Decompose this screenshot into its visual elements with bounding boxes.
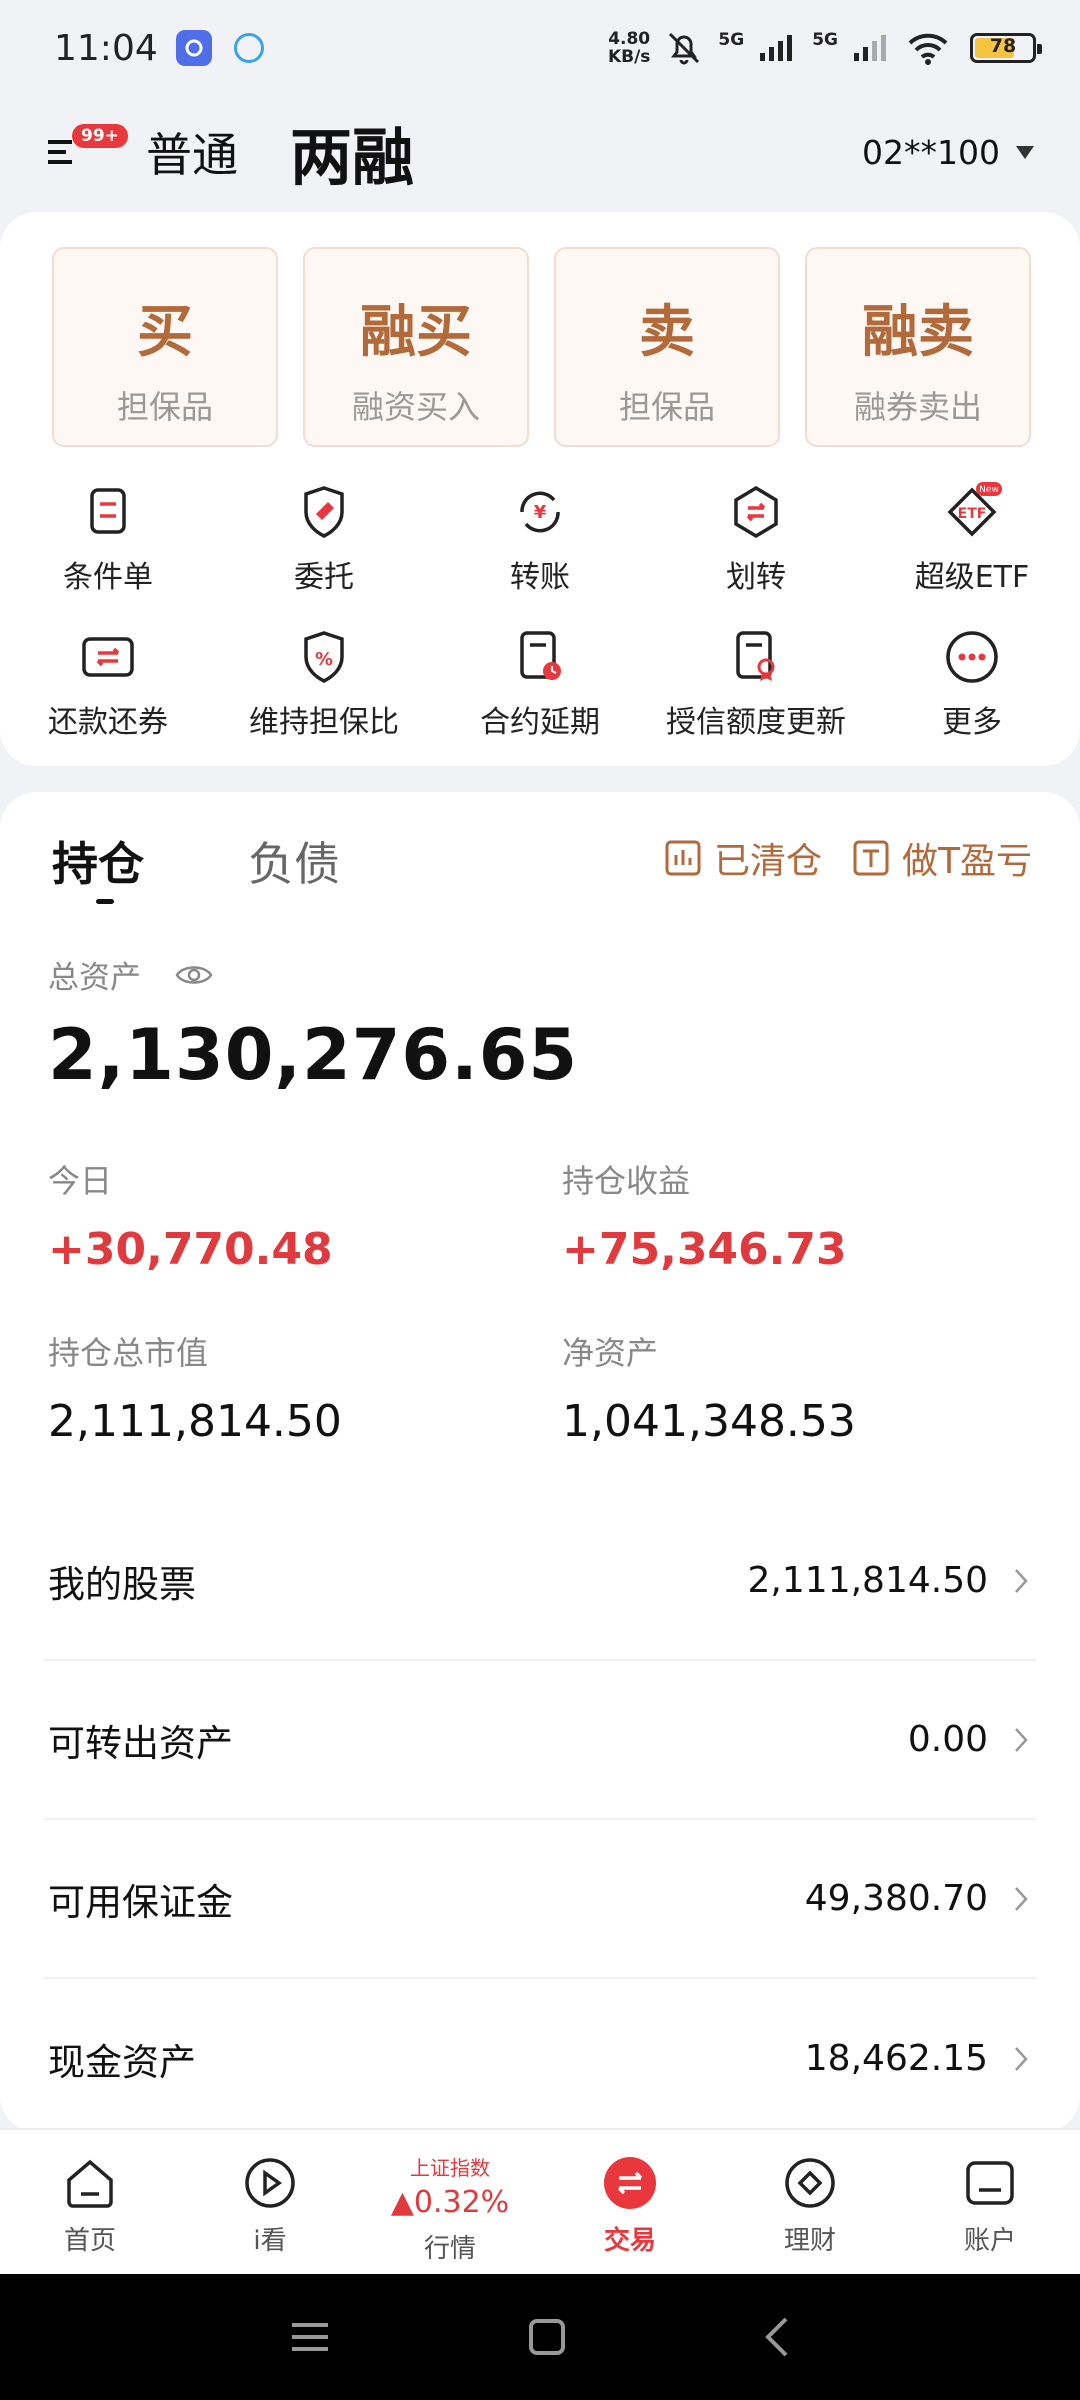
repay-icon (82, 637, 134, 677)
total-assets-label: 总资产 (48, 952, 213, 997)
index-change: ▲0.32% (390, 2185, 510, 2220)
bottom-nav: 首页 i看 上证指数 ▲0.32% 行情 交易 理财 账户 (0, 2128, 1080, 2274)
entrust-icon (304, 486, 344, 538)
recent-apps-icon[interactable] (288, 2317, 332, 2357)
credit-limit-icon (736, 631, 775, 681)
sell-collateral-button[interactable]: 卖 担保品 (554, 247, 780, 447)
nav-home[interactable]: 首页 (0, 2130, 180, 2274)
margin-buy-button[interactable]: 融买 融资买入 (303, 247, 529, 447)
wealth-icon (785, 2158, 835, 2208)
cleared-positions-button[interactable]: 已清仓 (664, 832, 822, 884)
wifi-icon (908, 33, 948, 65)
index-name: 上证指数 (410, 2156, 490, 2180)
play-icon (245, 2158, 295, 2208)
more-button[interactable]: 更多 (864, 627, 1080, 741)
nav-trade[interactable]: 交易 (540, 2130, 720, 2274)
svg-text:%: % (315, 649, 333, 670)
trade-buttons: 买 担保品 融买 融资买入 卖 担保品 融卖 融券卖出 (52, 247, 1031, 447)
etf-icon: ETF New (947, 482, 1002, 537)
buy-collateral-button[interactable]: 买 担保品 (52, 247, 278, 447)
total-assets-value: 2,130,276.65 (48, 1014, 579, 1096)
function-grid-row-1: 条件单 委托 ¥ 转账 划转 ETF New 超级ETF (0, 482, 1080, 596)
tab-liabilities[interactable]: 负债 (248, 828, 340, 894)
swap-transfer-icon (734, 485, 778, 539)
asset-tools: 已清仓 做T盈亏 (664, 832, 1032, 884)
nav-account[interactable]: 账户 (900, 2130, 1080, 2274)
chart-icon (665, 840, 701, 876)
nav-i-watch[interactable]: i看 (180, 2130, 360, 2274)
account-number: 02**100 (862, 132, 1000, 172)
app-notification-icon (175, 30, 212, 66)
network-speed: 4.80 KB/s (607, 29, 651, 67)
message-badge: 99+ (72, 124, 128, 148)
transfer-icon: ¥ (520, 491, 560, 533)
holding-pnl: 持仓收益 +75,346.73 (562, 1162, 847, 1275)
svg-text:New: New (979, 485, 999, 495)
account-icon (966, 2161, 1014, 2205)
contract-extension-button[interactable]: 合约延期 (432, 627, 648, 741)
eye-icon[interactable] (175, 962, 213, 988)
condition-order-button[interactable]: 条件单 (0, 482, 216, 596)
tab-normal[interactable]: 普通 (146, 119, 238, 185)
account-selector[interactable]: 02**100 (862, 133, 1034, 172)
t-letter-icon (853, 840, 889, 876)
function-grid-row-2: 还款还券 % 维持担保比 合约延期 授信额度更新 更多 (0, 627, 1080, 741)
guarantee-ratio-icon: % (304, 631, 344, 683)
tab-margin[interactable]: 两融 (290, 107, 414, 197)
system-nav-bar (0, 2274, 1080, 2400)
status-time: 11:04 (54, 27, 158, 69)
credit-limit-button[interactable]: 授信额度更新 (648, 627, 864, 741)
repay-button[interactable]: 还款还券 (0, 627, 216, 741)
caret-down-icon (1016, 145, 1034, 159)
bell-muted-icon (669, 32, 700, 65)
chat-notification-icon (233, 33, 264, 63)
menu-button[interactable]: 99+ (46, 122, 128, 182)
trade-icon (604, 2157, 656, 2209)
chevron-right-icon (1006, 2046, 1036, 2072)
trade-card: 买 担保品 融买 融资买入 卖 担保品 融卖 融券卖出 条件单 委托 ¥ 转账 … (0, 212, 1080, 766)
super-etf-button[interactable]: ETF New 超级ETF (864, 482, 1080, 596)
short-sell-button[interactable]: 融卖 融券卖出 (805, 247, 1031, 447)
list-item-available-margin[interactable]: 可用保证金 49,380.70 (44, 1820, 1036, 1979)
holding-market-value: 持仓总市值 2,111,814.50 (48, 1334, 342, 1447)
home-square-icon[interactable] (527, 2317, 567, 2357)
svg-text:¥: ¥ (534, 502, 547, 523)
guarantee-ratio-button[interactable]: % 维持担保比 (216, 627, 432, 741)
net-assets: 净资产 1,041,348.53 (562, 1334, 856, 1447)
svg-text:ETF: ETF (958, 506, 987, 522)
chevron-right-icon (1006, 1727, 1036, 1753)
transfer-button[interactable]: ¥ 转账 (432, 482, 648, 596)
chevron-right-icon (1006, 1568, 1036, 1594)
home-icon (67, 2159, 113, 2208)
signal-icon (854, 35, 886, 61)
nav-market[interactable]: 上证指数 ▲0.32% 行情 (360, 2130, 540, 2274)
battery-indicator: 78 (970, 33, 1042, 63)
list-item-transferable-assets[interactable]: 可转出资产 0.00 (44, 1661, 1036, 1820)
tab-holdings[interactable]: 持仓 (52, 828, 144, 904)
asset-tabs: 持仓 负债 (52, 828, 340, 904)
nav-wealth[interactable]: 理财 (720, 2130, 900, 2274)
chevron-right-icon (1006, 1886, 1036, 1912)
back-icon[interactable] (762, 2315, 792, 2359)
list-item-my-stocks[interactable]: 我的股票 2,111,814.50 (44, 1502, 1036, 1661)
status-bar: 11:04 4.80 KB/s 5G 5G 78 (0, 0, 1080, 96)
asset-list: 我的股票 2,111,814.50 可转出资产 0.00 可用保证金 49,38… (44, 1502, 1036, 2138)
more-icon (946, 631, 998, 683)
list-item-cash-assets[interactable]: 现金资产 18,462.15 (44, 1979, 1036, 2138)
contract-extension-icon (520, 631, 561, 680)
signal-icon (760, 35, 793, 61)
condition-order-icon (90, 488, 126, 534)
swap-transfer-button[interactable]: 划转 (648, 482, 864, 596)
today-pnl: 今日 +30,770.48 (48, 1162, 333, 1275)
t-trade-pnl-button[interactable]: 做T盈亏 (852, 832, 1032, 884)
entrust-button[interactable]: 委托 (216, 482, 432, 596)
header: 99+ 普通 两融 02**100 (0, 96, 1080, 208)
